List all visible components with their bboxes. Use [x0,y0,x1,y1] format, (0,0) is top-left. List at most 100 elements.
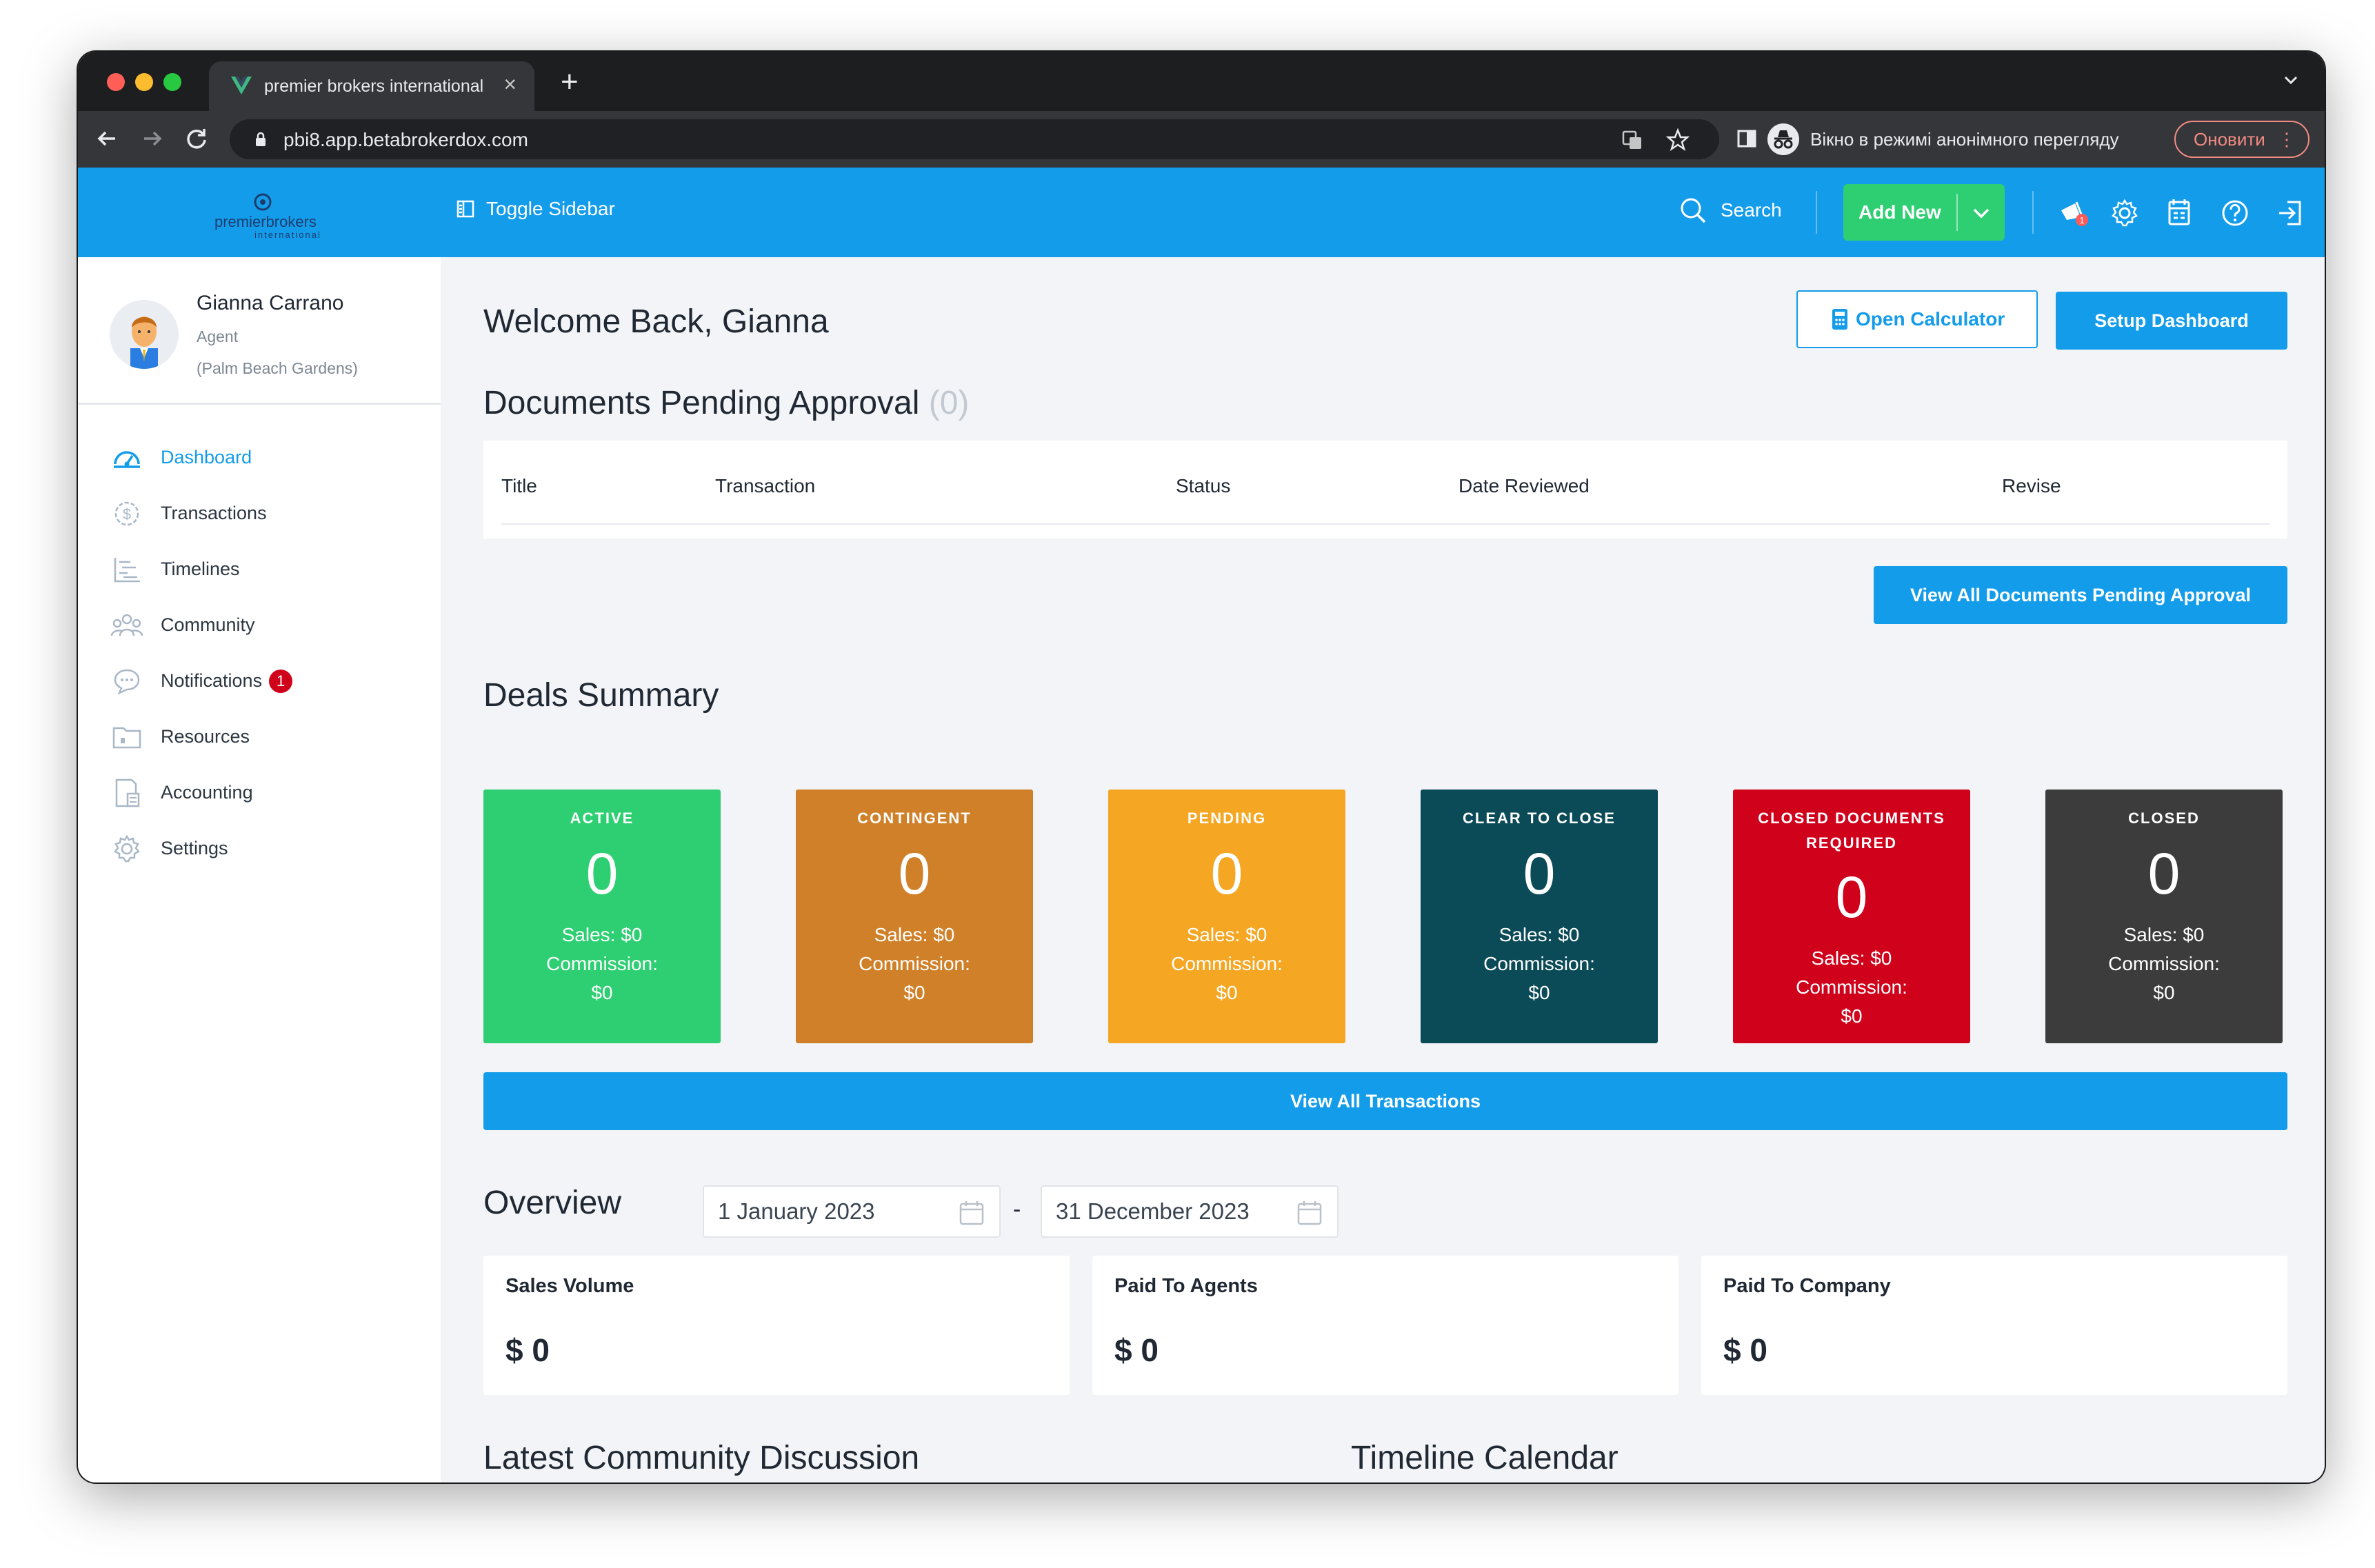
deal-card-contingent[interactable]: CONTINGENT 0 Sales: $0 Commission: $0 [796,790,1033,1043]
browser-tab[interactable]: premier brokers international × [209,61,534,111]
calendar-icon[interactable] [1296,1199,1323,1227]
top-navbar: premierbrokers international Toggle Side… [78,168,2325,257]
add-new-button[interactable]: Add New [1843,184,2005,241]
maximize-window-button[interactable] [163,73,181,91]
deals-summary-title: Deals Summary [483,677,719,714]
side-panel-icon[interactable] [1732,123,1762,154]
main-content: Welcome Back, Gianna Open Calculator Set… [441,257,2325,1482]
gear-icon[interactable] [2108,197,2141,230]
deal-commission-label: Commission: [1483,953,1595,974]
deal-sales: Sales: $0 [1186,924,1267,945]
forward-arrow-icon[interactable] [137,123,168,154]
close-window-button[interactable] [107,73,125,91]
toggle-sidebar-button[interactable]: Toggle Sidebar [456,198,615,220]
timeline-icon [114,557,140,582]
deal-sales: Sales: $0 [1811,947,1892,969]
deal-commission-label: Commission: [1171,953,1283,974]
deal-label: PENDING [1187,810,1267,827]
sidebar-item-settings[interactable]: Settings [78,821,441,876]
column-header-status[interactable]: Status [1176,475,1230,497]
lock-icon [256,132,265,146]
sidebar-item-timelines[interactable]: Timelines [78,541,441,597]
deal-commission: $0 [591,982,613,1003]
logout-icon[interactable] [2274,197,2307,230]
nav-divider [2032,191,2034,234]
sidebar-item-accounting[interactable]: Accounting [78,765,441,821]
overview-title: Overview [483,1185,622,1221]
update-browser-button[interactable]: Оновити ⋮ [2174,121,2309,158]
sidebar-item-transactions[interactable]: $ Transactions [78,485,441,541]
stat-title: Paid To Company [1723,1275,1891,1297]
deal-label-line1: CLOSED DOCUMENTS [1758,810,1945,827]
announcements-button[interactable]: 1 [2057,197,2090,230]
stat-title: Sales Volume [505,1275,634,1297]
date-from-input[interactable]: 1 January 2023 [703,1185,1001,1238]
reload-icon[interactable] [181,123,212,154]
deal-sales: Sales: $0 [1499,924,1580,945]
logo-text: premierbrokers [214,213,317,230]
deal-card-pending[interactable]: PENDING 0 Sales: $0 Commission: $0 [1108,790,1345,1043]
deal-label: CLOSED [2128,810,2200,827]
tab-title: premier brokers international [264,77,484,96]
tab-search-chevron-icon[interactable] [2281,70,2301,90]
app-root: premierbrokers international Toggle Side… [78,168,2325,1482]
view-all-transactions-label: View All Transactions [1290,1091,1481,1112]
incognito-indicator[interactable]: Вікно в режимі анонімного перегляду [1767,121,2118,158]
kebab-menu-icon[interactable]: ⋮ [2278,122,2296,157]
address-bar[interactable]: pbi8.app.betabrokerdox.com [230,119,1719,159]
incognito-label: Вікно в режимі анонімного перегляду [1810,128,2119,150]
setup-dashboard-button[interactable]: Setup Dashboard [2056,292,2287,350]
deal-card-active[interactable]: ACTIVE 0 Sales: $0 Commission: $0 [483,790,721,1043]
translate-icon[interactable] [1620,128,1645,152]
column-header-date-reviewed[interactable]: Date Reviewed [1459,475,1590,497]
help-icon[interactable] [2218,197,2252,230]
column-header-revise[interactable]: Revise [2002,475,2061,497]
deal-commission: $0 [1216,982,1238,1003]
sidebar-item-label: Resources [161,726,250,747]
chat-icon [114,669,140,694]
calendar-icon[interactable] [958,1199,985,1227]
sidebar-item-notifications[interactable]: Notifications 1 [78,653,441,709]
deal-card-closed[interactable]: CLOSED 0 Sales: $0 Commission: $0 [2045,790,2283,1043]
bookmark-star-icon[interactable] [1665,128,1690,152]
deal-commission-label: Commission: [1796,976,1907,998]
view-all-transactions-button[interactable]: View All Transactions [483,1072,2287,1130]
calendar-report-icon[interactable] [2163,197,2196,230]
search-label: Search [1721,199,1782,221]
deal-card-closed-docs-required[interactable]: CLOSED DOCUMENTS REQUIRED 0 Sales: $0 Co… [1733,790,1970,1043]
company-logo[interactable]: premierbrokers international [209,192,340,242]
column-header-title[interactable]: Title [501,475,537,497]
browser-toolbar: pbi8.app.betabrokerdox.com Вікно в режим… [78,111,2325,168]
date-to-input[interactable]: 31 December 2023 [1041,1185,1339,1238]
update-label: Оновити [2194,129,2265,150]
deal-count: 0 [1523,841,1556,906]
back-arrow-icon[interactable] [92,123,122,154]
avatar[interactable] [110,300,179,369]
date-from-value: 1 January 2023 [718,1198,875,1224]
stat-value: $ 0 [1723,1332,1767,1368]
profile-role: Agent [197,328,239,345]
deal-count: 0 [2147,841,2181,906]
sidebar-item-label: Accounting [161,782,253,803]
search-button[interactable]: Search [1678,195,1782,225]
tab-close-icon[interactable]: × [503,73,517,95]
sidebar-item-resources[interactable]: Resources [78,709,441,765]
community-icon [110,614,143,636]
deal-count: 0 [898,841,931,906]
new-tab-button[interactable]: + [561,67,579,97]
deal-count: 0 [585,841,619,906]
sidebar-item-label: Transactions [161,503,267,523]
open-calculator-button[interactable]: Open Calculator [1796,290,2038,348]
deal-card-clear-to-close[interactable]: CLEAR TO CLOSE 0 Sales: $0 Commission: $… [1421,790,1658,1043]
deal-label: ACTIVE [570,810,634,827]
add-new-label: Add New [1858,201,1941,223]
sidebar-item-community[interactable]: Community [78,597,441,653]
column-header-transaction[interactable]: Transaction [715,475,815,497]
pending-approval-count: (0) [928,385,970,421]
chevron-down-icon[interactable] [1970,202,1992,224]
view-all-pending-button[interactable]: View All Documents Pending Approval [1874,566,2287,624]
deal-label-line2: REQUIRED [1805,834,1898,852]
minimize-window-button[interactable] [135,73,153,91]
sidebar-item-dashboard[interactable]: Dashboard [78,430,441,485]
stat-card-paid-to-agents: Paid To Agents $ 0 [1092,1256,1678,1395]
